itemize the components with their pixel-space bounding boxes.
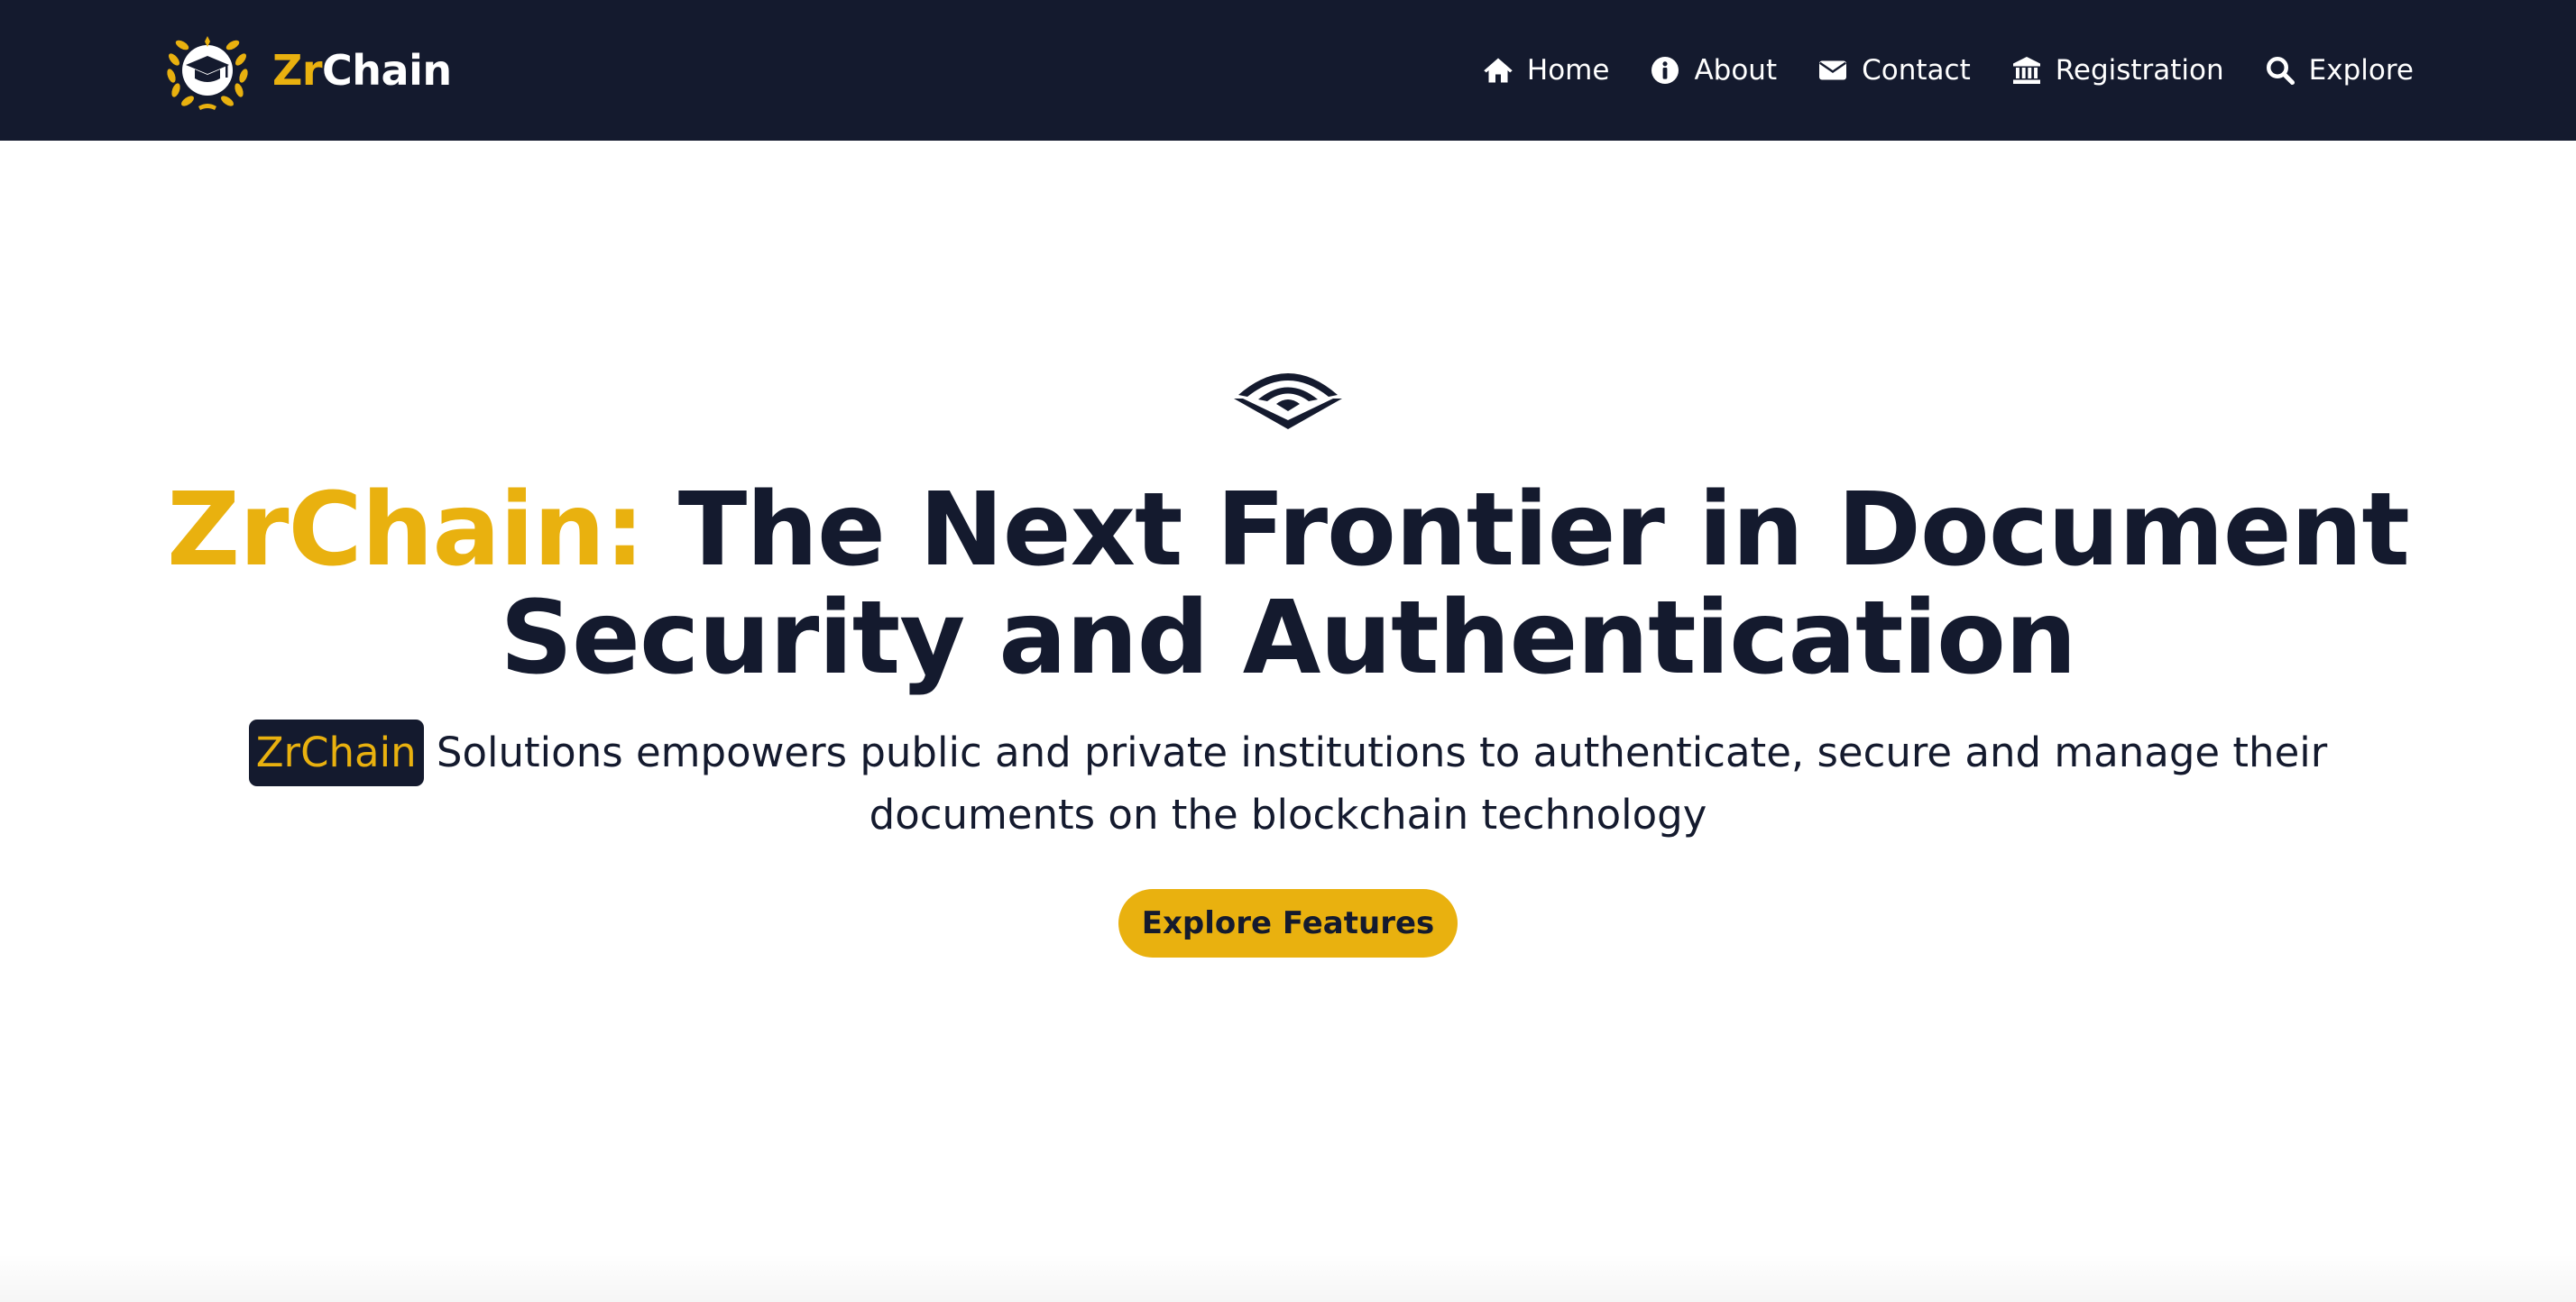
home-icon: [1484, 58, 1513, 83]
envelope-icon: [1819, 60, 1847, 80]
explore-features-button[interactable]: Explore Features: [1118, 889, 1458, 958]
nav-link-explore-label: Explore: [2308, 54, 2414, 87]
brand-link[interactable]: ZrChain: [162, 29, 452, 112]
brand-name-prefix: Zr: [272, 46, 323, 95]
search-icon: [2266, 57, 2295, 86]
brand-badge: ZrChain: [248, 720, 424, 786]
brand-name: ZrChain: [272, 46, 452, 95]
nav-link-contact-label: Contact: [1862, 54, 1971, 87]
nav-link-registration[interactable]: Registration: [2010, 54, 2224, 87]
nav-link-registration-label: Registration: [2055, 54, 2224, 87]
nav-link-about-label: About: [1694, 54, 1778, 87]
bank-icon: [2012, 57, 2040, 84]
nav-link-about[interactable]: About: [1649, 54, 1777, 87]
hero-subtitle-text: Solutions empowers public and private in…: [423, 729, 2328, 839]
nav-link-home[interactable]: Home: [1482, 54, 1610, 87]
nav-menu: Home About Contact Registration Explore: [1482, 0, 2414, 141]
info-circle-icon: [1651, 57, 1679, 84]
hero-title: ZrChain: The Next Frontier in Document S…: [54, 476, 2522, 692]
layered-signal-icon: [1234, 373, 1342, 429]
hero-title-accent: ZrChain:: [167, 472, 645, 589]
section-divider-shadow: [0, 1253, 2576, 1302]
nav-link-contact[interactable]: Contact: [1817, 54, 1971, 87]
nav-link-home-label: Home: [1526, 54, 1610, 87]
brand-name-suffix: Chain: [322, 46, 452, 95]
graduation-cap-laurel-icon: [167, 36, 248, 110]
navbar: ZrChain Home About Contact Registration …: [0, 0, 2576, 141]
hero-subtitle: ZrChain Solutions empowers public and pr…: [144, 720, 2432, 844]
nav-link-explore[interactable]: Explore: [2264, 54, 2414, 87]
hero-title-text: The Next Frontier in Document Security a…: [500, 472, 2410, 697]
